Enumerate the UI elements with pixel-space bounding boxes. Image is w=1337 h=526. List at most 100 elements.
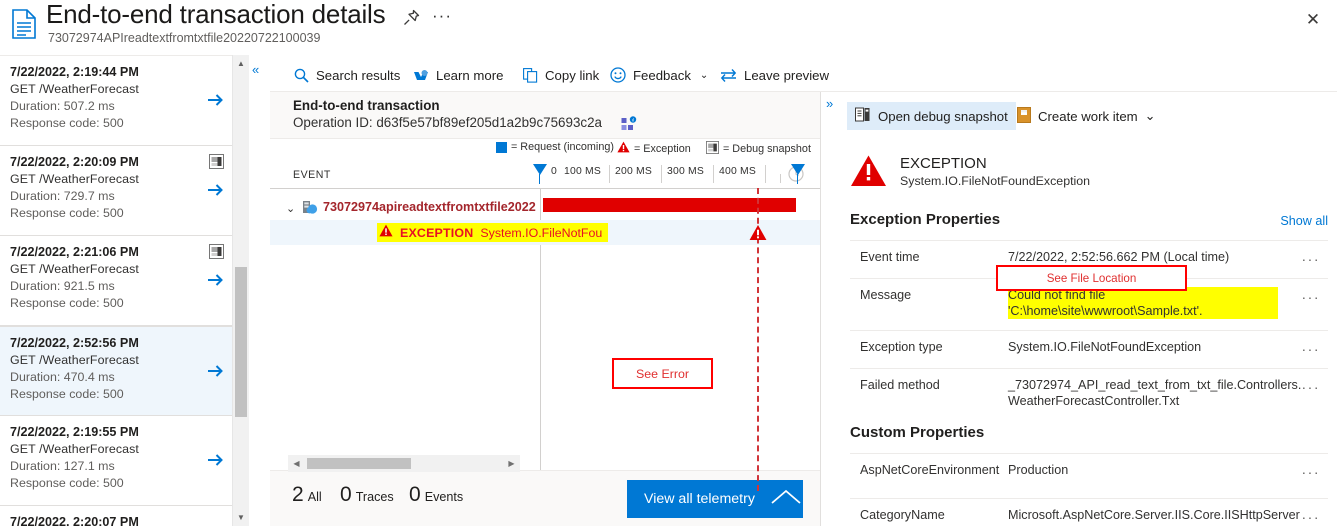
view-all-telemetry-button[interactable]: View all telemetry (627, 480, 803, 518)
scroll-up-icon[interactable]: ▲ (233, 55, 249, 72)
scroll-left-icon[interactable]: ◀ (288, 455, 305, 472)
debug-snapshot-icon[interactable] (209, 154, 224, 169)
property-key: Failed method (860, 378, 940, 392)
all-count: 2 (292, 483, 304, 506)
chevron-down-icon[interactable]: ⌄ (700, 70, 708, 81)
go-arrow-icon[interactable] (207, 452, 225, 468)
scrollbar-thumb[interactable] (235, 267, 247, 417)
document-icon (10, 8, 38, 40)
exception-timeline-marker-icon[interactable] (749, 224, 767, 246)
exception-summary: EXCEPTION System.IO.FileNotFoundExceptio… (850, 154, 1090, 193)
scroll-down-icon[interactable]: ▼ (233, 509, 249, 526)
result-timestamp: 7/22/2022, 2:19:55 PM (10, 425, 139, 439)
transaction-header: End-to-end transaction Operation ID: d63… (270, 92, 820, 139)
hscrollbar-thumb[interactable] (307, 458, 411, 469)
property-key: AspNetCoreEnvironment (860, 463, 1000, 477)
collapse-details-button[interactable]: » (826, 96, 842, 112)
go-arrow-icon[interactable] (207, 182, 225, 198)
events-label: Events (424, 490, 464, 504)
learn-more-label: Learn more (436, 67, 504, 83)
result-response-code: Response code: 500 (10, 206, 124, 220)
collapse-results-button[interactable]: « (252, 62, 268, 78)
create-work-item-label: Create work item (1038, 108, 1138, 124)
exception-warning-icon (850, 154, 887, 193)
row-menu-button[interactable]: ··· (1302, 379, 1321, 395)
table-row: CategoryName Microsoft.AspNetCore.Server… (850, 498, 1328, 526)
result-timestamp: 7/22/2022, 2:52:56 PM (10, 336, 139, 350)
count-all: 2 All (292, 483, 322, 507)
exception-details-panel: Open debug snapshot Create work item ⌄ E… (841, 92, 1337, 526)
property-value: Could not find file 'C:\home\site\wwwroo… (1008, 287, 1278, 319)
property-key: CategoryName (860, 508, 945, 522)
legend-request-label: = Request (incoming) (511, 141, 614, 153)
app-map-icon[interactable]: ıl (621, 116, 637, 132)
row-menu-button[interactable]: ··· (1302, 509, 1321, 525)
list-item-selected[interactable]: 7/22/2022, 2:52:56 PM GET /WeatherForeca… (0, 326, 232, 416)
table-row: AspNetCoreEnvironment Production ··· (850, 453, 1328, 499)
create-work-item-button[interactable]: Create work item ⌄ (1009, 102, 1164, 130)
request-cloud-icon (302, 200, 318, 215)
result-duration: Duration: 507.2 ms (10, 99, 115, 113)
telemetry-footer: 2 All 0 Traces 0 Events View all telemet… (270, 470, 820, 526)
go-arrow-icon[interactable] (207, 272, 225, 288)
result-timestamp: 7/22/2022, 2:20:09 PM (10, 155, 139, 169)
result-response-code: Response code: 500 (10, 116, 124, 130)
results-scrollbar[interactable]: ▲ ▼ (232, 55, 249, 526)
tick-label: 0 (551, 166, 557, 177)
result-operation: GET /WeatherForecast (10, 82, 139, 96)
result-operation: GET /WeatherForecast (10, 353, 139, 367)
see-file-location-annotation: See File Location (996, 265, 1187, 291)
list-item[interactable]: 7/22/2022, 2:19:55 PM GET /WeatherForeca… (0, 416, 232, 506)
show-all-link[interactable]: Show all (1280, 214, 1328, 228)
row-menu-button[interactable]: ··· (1302, 289, 1321, 305)
table-row-exception[interactable]: EXCEPTION System.IO.FileNotFou (270, 220, 820, 245)
close-icon[interactable]: ✕ (1299, 7, 1327, 33)
table-row: Failed method _73072974_API_read_text_fr… (850, 368, 1328, 421)
exception-label: EXCEPTION (400, 225, 474, 240)
list-item[interactable]: 7/22/2022, 2:19:44 PM GET /WeatherForeca… (0, 56, 232, 146)
timeline-legend: = Request (incoming) = Exception = Debug… (270, 139, 820, 161)
debug-snapshot-icon[interactable] (209, 244, 224, 259)
list-item[interactable]: 7/22/2022, 2:20:07 PM GET /WeatherForeca… (0, 506, 232, 526)
tick-divider (661, 165, 662, 183)
open-debug-snapshot-button[interactable]: Open debug snapshot (847, 102, 1016, 130)
scroll-right-icon[interactable]: ▶ (503, 455, 520, 472)
feedback-label: Feedback (633, 67, 691, 83)
row-menu-button[interactable]: ··· (1302, 464, 1321, 480)
view-all-telemetry-label: View all telemetry (644, 491, 755, 507)
leave-preview-button[interactable]: Leave preview (720, 62, 829, 88)
property-key: Exception type (860, 340, 943, 354)
request-name[interactable]: 73072974apireadtextfromtxtfile2022 (323, 200, 536, 214)
property-value: Production (1008, 463, 1069, 477)
property-value: 7/22/2022, 2:52:56.662 PM (Local time) (1008, 250, 1230, 264)
legend-exception-label: = Exception (634, 142, 691, 155)
result-response-code: Response code: 500 (10, 476, 124, 490)
learn-more-button[interactable]: Learn more (413, 62, 503, 88)
copy-link-button[interactable]: Copy link (523, 62, 599, 88)
go-arrow-icon[interactable] (207, 363, 225, 379)
result-response-code: Response code: 500 (10, 387, 124, 401)
go-arrow-icon[interactable] (207, 92, 225, 108)
chevron-down-icon[interactable]: ⌄ (1145, 108, 1156, 124)
all-label: All (307, 490, 322, 504)
property-value: _73072974_API_read_text_from_txt_file.Co… (1008, 378, 1302, 408)
tick-label: 100 MS (564, 166, 602, 177)
timeline-filter-end-handle[interactable] (791, 164, 805, 175)
row-menu-button[interactable]: ··· (1302, 251, 1321, 267)
pin-icon[interactable] (400, 7, 422, 29)
list-item[interactable]: 7/22/2022, 2:20:09 PM GET /WeatherForeca… (0, 146, 232, 236)
more-options-button[interactable]: ··· (430, 6, 454, 28)
feedback-button[interactable]: Feedback ⌄ (610, 62, 708, 88)
command-bar: Search results Learn more Copy link Feed… (270, 58, 1337, 92)
timeline-filter-start-handle[interactable] (533, 164, 547, 175)
timeline-horizontal-scrollbar[interactable]: ◀ ▶ (288, 455, 520, 472)
property-value: Microsoft.AspNetCore.Server.IIS.Core.IIS… (1008, 508, 1300, 522)
search-results-label: Search results (316, 67, 401, 83)
result-duration: Duration: 470.4 ms (10, 370, 115, 384)
list-item[interactable]: 7/22/2022, 2:21:06 PM GET /WeatherForeca… (0, 236, 232, 326)
exception-warning-icon (617, 141, 630, 156)
row-menu-button[interactable]: ··· (1302, 341, 1321, 357)
chevron-down-icon[interactable]: ⌄ (286, 202, 295, 215)
search-results-list[interactable]: 7/22/2022, 2:19:44 PM GET /WeatherForeca… (0, 55, 232, 526)
search-results-button[interactable]: Search results (294, 62, 400, 88)
